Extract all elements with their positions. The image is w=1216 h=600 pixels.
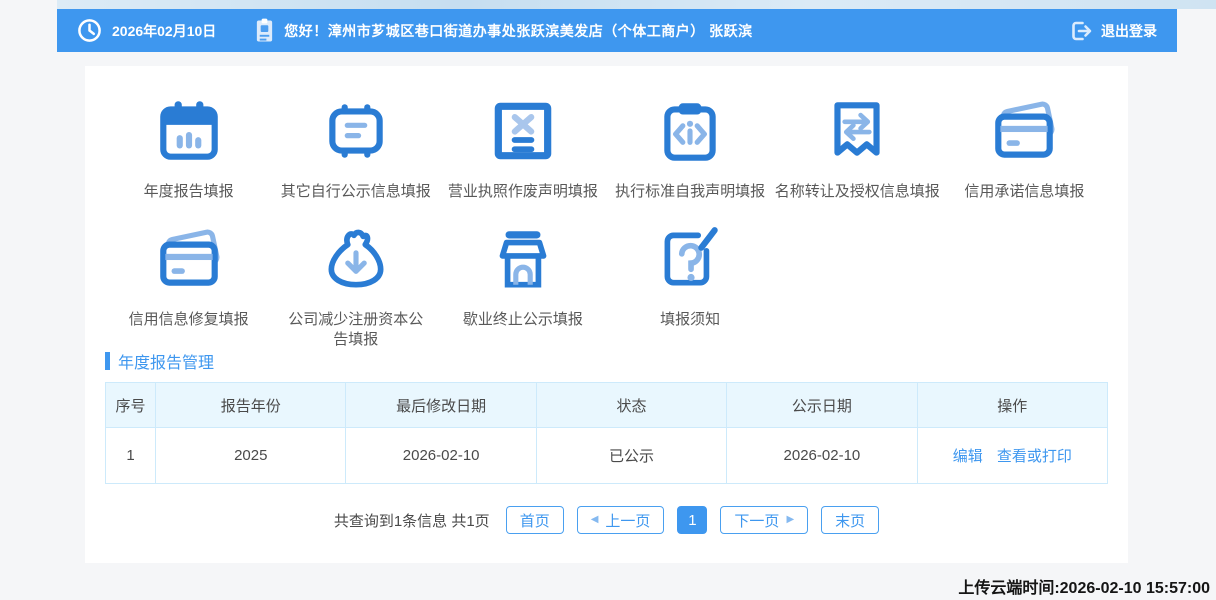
upload-time-text: 上传云端时间:2026-02-10 15:57:00: [958, 574, 1210, 598]
col-header-actions: 操作: [917, 383, 1107, 428]
cell-status: 已公示: [536, 428, 726, 484]
col-header-year: 报告年份: [156, 383, 346, 428]
module-standard-declaration[interactable]: 执行标准自我声明填报: [607, 94, 774, 202]
cell-modified: 2026-02-10: [346, 428, 536, 484]
module-label: 信用承诺信息填报: [964, 182, 1084, 202]
col-header-modified: 最后修改日期: [346, 383, 536, 428]
table-row: 1 2025 2026-02-10 已公示 2026-02-10 编辑 查看或打…: [106, 428, 1108, 484]
module-credit-repair[interactable]: 信用信息修复填报: [105, 222, 272, 350]
col-header-status: 状态: [536, 383, 726, 428]
module-credit-commitment[interactable]: 信用承诺信息填报: [941, 94, 1108, 202]
top-header-bar: 2026年02月10日 您好！漳州市芗城区巷口街道办事处张跃滨美发店（个体工商户…: [57, 9, 1177, 52]
module-filing-instructions[interactable]: 填报须知: [607, 222, 774, 350]
first-page-label: 首页: [520, 510, 550, 531]
cell-index: 1: [106, 428, 156, 484]
module-annual-report[interactable]: 年度报告填报: [105, 94, 272, 202]
table-header-row: 序号 报告年份 最后修改日期 状态 公示日期 操作: [106, 383, 1108, 428]
transfer-ribbon-icon: [820, 94, 894, 173]
left-arrow-icon: ◀: [591, 515, 599, 525]
cell-publish-date: 2026-02-10: [727, 428, 917, 484]
module-label: 歇业终止公示填报: [463, 310, 583, 330]
current-page-number: 1: [688, 512, 696, 529]
calendar-chart-icon: [152, 94, 226, 173]
col-header-publish-date: 公示日期: [727, 383, 917, 428]
annual-report-table: 序号 报告年份 最后修改日期 状态 公示日期 操作 1 2025 2026-02…: [105, 382, 1108, 484]
view-or-print-link[interactable]: 查看或打印: [997, 448, 1072, 465]
logout-label: 退出登录: [1101, 21, 1157, 41]
module-other-disclosure[interactable]: 其它自行公示信息填报: [272, 94, 439, 202]
last-page-button[interactable]: 末页: [821, 506, 879, 534]
sky-background-strip: [57, 0, 1216, 9]
next-page-button[interactable]: 下一页 ▶: [720, 506, 808, 534]
module-label: 营业执照作废声明填报: [448, 182, 598, 202]
clipboard-code-icon: [653, 94, 727, 173]
logout-icon: [1069, 19, 1093, 43]
prev-page-button[interactable]: ◀ 上一页: [577, 506, 665, 534]
edit-link[interactable]: 编辑: [953, 448, 983, 465]
logout-button[interactable]: 退出登录: [1069, 19, 1157, 43]
credit-card-icon: [987, 94, 1061, 173]
id-badge-icon: [254, 18, 275, 44]
module-grid: 年度报告填报 其它自行公示信息填报: [85, 66, 1128, 350]
module-label: 其它自行公示信息填报: [281, 182, 431, 202]
prev-page-label: 上一页: [605, 510, 650, 531]
col-header-index: 序号: [106, 383, 156, 428]
current-date: 2026年02月10日: [112, 21, 216, 41]
cell-year: 2025: [156, 428, 346, 484]
next-page-label: 下一页: [734, 510, 779, 531]
module-label: 执行标准自我声明填报: [615, 182, 765, 202]
module-label: 公司减少注册资本公告填报: [288, 310, 424, 350]
section-title: 年度报告管理: [118, 349, 214, 373]
title-marker: [105, 352, 110, 370]
credit-card-icon: [152, 222, 226, 301]
module-license-void[interactable]: 营业执照作废声明填报: [439, 94, 606, 202]
first-page-button[interactable]: 首页: [506, 506, 564, 534]
module-label: 填报须知: [660, 310, 720, 330]
clock-icon: [77, 18, 102, 43]
module-label: 名称转让及授权信息填报: [775, 182, 940, 202]
bulletin-board-icon: [319, 94, 393, 173]
module-capital-reduction[interactable]: 公司减少注册资本公告填报: [272, 222, 439, 350]
license-void-icon: [486, 94, 560, 173]
section-title-bar: 年度报告管理: [105, 350, 1128, 372]
cell-actions: 编辑 查看或打印: [917, 428, 1107, 484]
right-arrow-icon: ▶: [786, 515, 794, 525]
money-bag-down-icon: [319, 222, 393, 301]
module-label: 年度报告填报: [144, 182, 234, 202]
user-greeting: 您好！漳州市芗城区巷口街道办事处张跃滨美发店（个体工商户） 张跃滨: [284, 21, 752, 41]
pagination: 共查询到1条信息 共1页 首页 ◀ 上一页 1 下一页 ▶ 末页: [85, 506, 1128, 534]
current-page-button[interactable]: 1: [677, 506, 707, 534]
module-label: 信用信息修复填报: [129, 310, 249, 330]
module-name-transfer[interactable]: 名称转让及授权信息填报: [774, 94, 941, 202]
module-business-closure[interactable]: 歇业终止公示填报: [439, 222, 606, 350]
storefront-icon: [486, 222, 560, 301]
last-page-label: 末页: [835, 510, 865, 531]
pagination-summary: 共查询到1条信息 共1页: [334, 510, 490, 531]
question-edit-icon: [653, 222, 727, 301]
main-card: 年度报告填报 其它自行公示信息填报: [85, 66, 1128, 563]
